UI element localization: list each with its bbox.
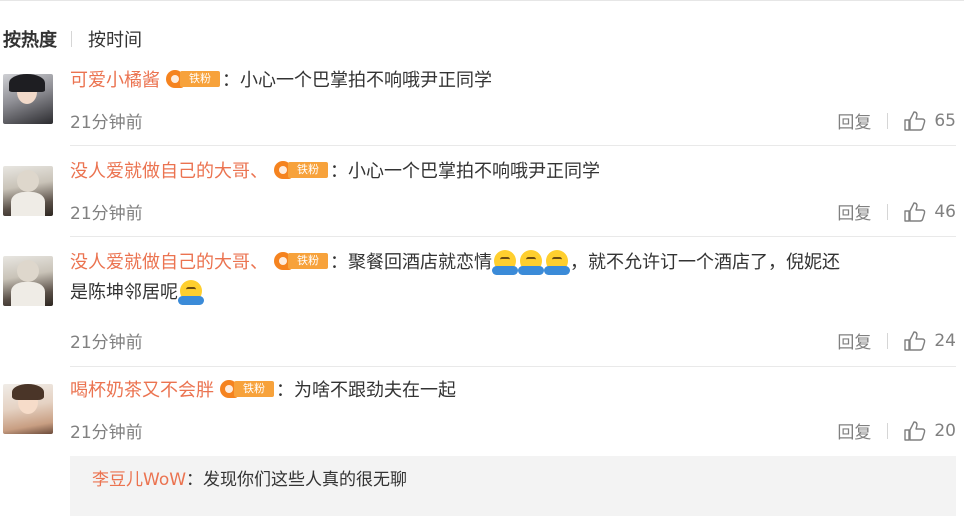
avatar[interactable]	[3, 384, 53, 434]
thumbs-up-icon	[904, 201, 926, 222]
top-divider	[0, 0, 964, 5]
like-button[interactable]: 46	[904, 202, 956, 222]
comment-text: 小心一个巴掌拍不响哦尹正同学	[348, 161, 600, 182]
fan-badge-icon: 铁粉	[220, 379, 274, 399]
like-count: 24	[934, 330, 956, 351]
comment-actions: 回复 20	[837, 418, 956, 444]
fan-badge-icon: 铁粉	[166, 69, 220, 89]
hug-emoji-icon	[544, 250, 570, 275]
action-separator	[887, 422, 889, 439]
comment-text: 是陈坤邻居呢	[70, 282, 178, 303]
username-link[interactable]: 李豆儿WoW	[92, 470, 186, 490]
reply-button[interactable]: 回复	[837, 108, 871, 133]
comment-content: 没人爱就做自己的大哥、 铁粉 ：聚餐回酒店就恋情 ，就不允许订一个酒店了，倪妮还是陈坤…	[70, 248, 946, 308]
avatar[interactable]	[3, 256, 53, 306]
comment-text: 小心一个巴掌拍不响哦尹正同学	[240, 70, 492, 91]
sort-separator	[71, 31, 72, 47]
like-button[interactable]: 24	[904, 331, 956, 351]
comment-time: 21分钟前	[70, 423, 143, 443]
action-separator	[887, 112, 889, 129]
fan-badge-icon: 铁粉	[274, 160, 328, 180]
like-button[interactable]: 20	[904, 421, 956, 441]
comment-time: 21分钟前	[70, 204, 143, 224]
comment-actions: 回复 46	[837, 199, 956, 225]
colon: ：	[330, 252, 348, 273]
comment-actions: 回复 24	[837, 328, 956, 354]
comment-content: 喝杯奶茶又不会胖 铁粉 ：为啥不跟劲夫在一起	[70, 376, 946, 406]
username-link[interactable]: 可爱小橘酱	[70, 70, 160, 91]
sort-bar: 按热度 按时间	[3, 25, 142, 53]
sort-by-hot-tab[interactable]: 按热度	[3, 26, 57, 52]
comment-actions: 回复 65	[837, 108, 956, 134]
comment-text: 聚餐回酒店就恋情	[348, 252, 492, 273]
avatar[interactable]	[3, 74, 53, 124]
action-separator	[887, 203, 889, 220]
username-link[interactable]: 喝杯奶茶又不会胖	[70, 380, 214, 401]
action-separator	[887, 332, 889, 349]
fan-badge-icon: 铁粉	[274, 251, 328, 271]
avatar[interactable]	[3, 166, 53, 216]
reply-text: 发现你们这些人真的很无聊	[203, 470, 408, 490]
thumbs-up-icon	[904, 330, 926, 351]
colon: ：	[276, 380, 294, 401]
colon: ：	[186, 470, 204, 490]
like-count: 65	[934, 110, 956, 131]
thumbs-up-icon	[904, 420, 926, 441]
nested-reply-content: 李豆儿WoW：发现你们这些人真的很无聊	[92, 468, 407, 492]
hug-emoji-icon	[492, 250, 518, 275]
comment-divider	[70, 366, 956, 367]
colon: ：	[222, 70, 240, 91]
comment-divider	[70, 145, 956, 146]
comment-text: ，就不允许订一个酒店了，倪妮还	[570, 252, 840, 273]
reply-button[interactable]: 回复	[837, 418, 871, 443]
reply-button[interactable]: 回复	[837, 199, 871, 224]
username-link[interactable]: 没人爱就做自己的大哥、	[70, 252, 268, 273]
sort-by-time-tab[interactable]: 按时间	[88, 26, 142, 52]
reply-button[interactable]: 回复	[837, 328, 871, 353]
comment-divider	[70, 236, 956, 237]
comment-content: 可爱小橘酱 铁粉 ：小心一个巴掌拍不响哦尹正同学	[70, 66, 946, 96]
thumbs-up-icon	[904, 110, 926, 131]
comment-time: 21分钟前	[70, 333, 143, 353]
comment-text: 为啥不跟劲夫在一起	[294, 380, 456, 401]
hug-emoji-icon	[178, 280, 204, 305]
colon: ：	[330, 161, 348, 182]
hug-emoji-icon	[518, 250, 544, 275]
nested-reply-box: 李豆儿WoW：发现你们这些人真的很无聊	[70, 456, 956, 516]
like-button[interactable]: 65	[904, 111, 956, 131]
comment-content: 没人爱就做自己的大哥、 铁粉 ：小心一个巴掌拍不响哦尹正同学	[70, 157, 946, 187]
like-count: 20	[934, 420, 956, 441]
username-link[interactable]: 没人爱就做自己的大哥、	[70, 161, 268, 182]
like-count: 46	[934, 201, 956, 222]
comment-time: 21分钟前	[70, 113, 143, 133]
